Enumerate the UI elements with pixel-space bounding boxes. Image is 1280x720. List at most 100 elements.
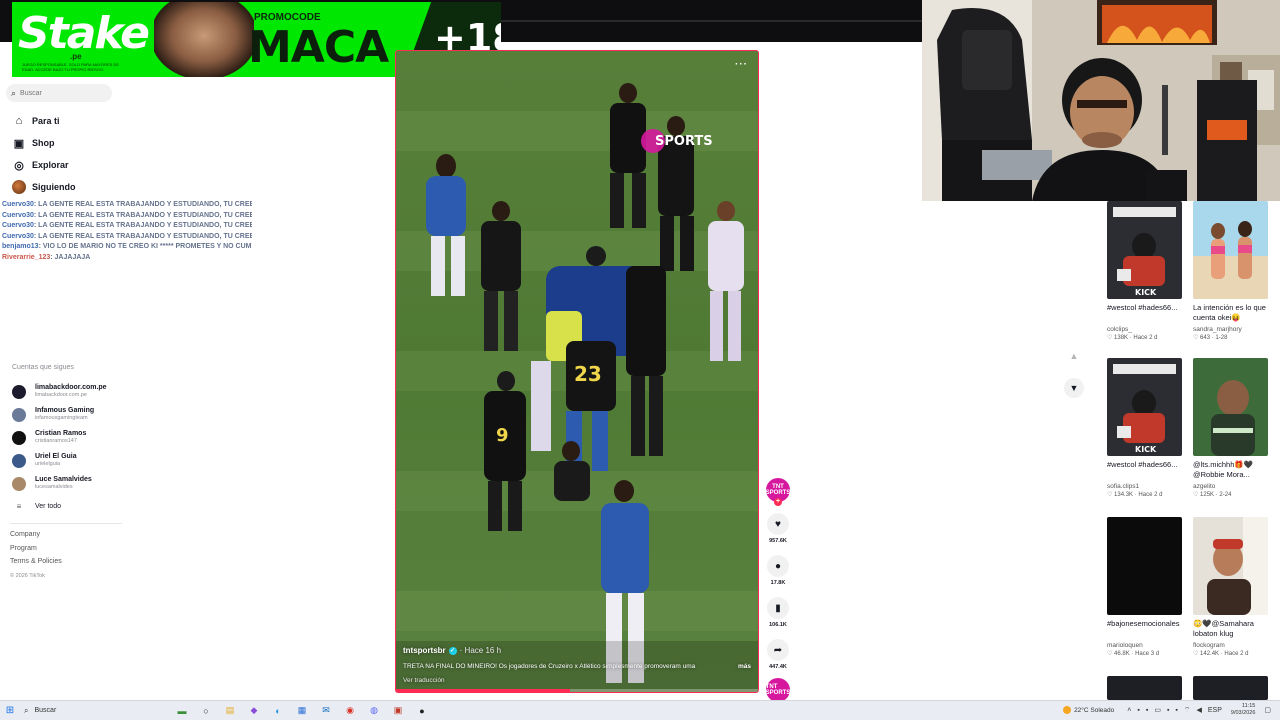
video-author[interactable]: flockogram	[1193, 641, 1268, 650]
video-likes: 134.3K	[1114, 492, 1134, 498]
sidebar-item-shop[interactable]: ▣ Shop	[12, 132, 76, 154]
video-thumbnail[interactable]	[1193, 517, 1268, 615]
sidebar-item-para-ti[interactable]: ⌂ Para ti	[12, 110, 76, 132]
language-indicator[interactable]: ESP	[1208, 707, 1222, 714]
volume-icon[interactable]: ◀	[1197, 706, 1202, 714]
following-account-name: Luce Samalvides	[35, 476, 92, 483]
video-title[interactable]: #westcol #hades66...	[1107, 460, 1182, 482]
notification-icon[interactable]: ▢	[1264, 706, 1271, 714]
network-icon[interactable]: ⌔	[1184, 706, 1191, 715]
heart-icon: ♡	[1107, 651, 1115, 657]
chat-username: Cuervo30	[2, 222, 34, 229]
chat-username: Cuervo30	[2, 211, 34, 219]
avatar	[12, 453, 26, 468]
video-author[interactable]: sandra_marjhory	[1193, 325, 1268, 334]
share-icon[interactable]: ➦	[767, 639, 789, 661]
video-age: Hace 2 d	[1138, 492, 1163, 498]
sidebar-item-siguiendo[interactable]: Siguiendo	[12, 176, 76, 198]
comment-icon[interactable]: ●	[767, 555, 789, 577]
video-thumbnail[interactable]	[1193, 201, 1268, 299]
recorder-icon[interactable]: ▣	[386, 703, 410, 719]
edge-icon[interactable]: ◐	[266, 703, 290, 719]
chat-message: Cuervo30: LA GENTE REAL ESTA TRABAJANDO …	[2, 221, 252, 232]
search-box[interactable]: ⌕	[6, 84, 112, 102]
creator-avatar[interactable]: TNT SPORTS +	[766, 478, 790, 506]
heart-icon[interactable]: ♥	[767, 513, 789, 535]
landscape-widget-icon[interactable]: ▬	[170, 703, 194, 719]
tray-app-icon[interactable]: ▪	[1137, 707, 1139, 714]
following-account[interactable]: limabackdoor.com.pe limabackdoor.com.pe	[12, 380, 107, 403]
tray-app-icon[interactable]: ▪	[1175, 707, 1177, 714]
recommended-video-card[interactable]: KICK #westcol #hades66... colclips_ ♡ 138K …	[1107, 201, 1182, 343]
chevron-up-icon[interactable]: ˄	[1127, 707, 1131, 714]
video-title[interactable]: #westcol #hades66...	[1107, 303, 1182, 325]
bookmark-icon[interactable]: ▮	[767, 597, 789, 619]
footer-link-program[interactable]: Program	[10, 545, 62, 559]
svg-text:KICK: KICK	[1135, 445, 1157, 454]
more-options-icon[interactable]: ···	[735, 59, 748, 70]
following-account[interactable]: Infamous Gaming infamousgamingteam	[12, 403, 107, 426]
sidebar-item-explorar[interactable]: ◎ Explorar	[12, 154, 76, 176]
chrome-icon[interactable]: ◉	[338, 703, 362, 719]
following-account-handle: cristianramos147	[35, 438, 77, 444]
video-thumbnail[interactable]: KICK	[1107, 358, 1182, 456]
video-author[interactable]: sofia.clips1	[1107, 482, 1182, 491]
tray-app-icon[interactable]: ▪	[1167, 707, 1169, 714]
search-input[interactable]	[20, 89, 101, 97]
task-view-icon[interactable]: ○	[194, 703, 218, 719]
video-thumbnail[interactable]	[1193, 676, 1268, 700]
follow-plus-icon[interactable]: +	[774, 498, 782, 506]
recommended-video-card[interactable]: La intención es lo que cuenta okei😝 sandr…	[1193, 201, 1268, 343]
chat-text: : LA GENTE REAL ESTA TRABAJANDO Y ESTUDI…	[33, 232, 252, 240]
translate-link[interactable]: Ver traducción	[403, 677, 751, 684]
store-icon[interactable]: ▦	[290, 703, 314, 719]
video-author[interactable]: azgelito	[1193, 482, 1268, 491]
battery-icon[interactable]: ▭	[1154, 706, 1161, 714]
discord-icon[interactable]: ◍	[362, 703, 386, 719]
video-author[interactable]: tntsportsbr	[403, 646, 446, 655]
see-all-button[interactable]: ≡ Ver todo	[12, 495, 107, 517]
recommended-video-card[interactable]: #bajonesemocionales marioloquen ♡ 46.8K · …	[1107, 517, 1182, 659]
video-progress-bar[interactable]	[396, 689, 758, 692]
following-account[interactable]: Cristian Ramos cristianramos147	[12, 426, 107, 449]
recommended-video-card[interactable]	[1107, 676, 1182, 700]
video-thumbnail[interactable]	[1107, 676, 1182, 700]
recommended-video-card[interactable]: 😳🖤@Samahara lobaton klug flockogram ♡ 142.…	[1193, 517, 1268, 659]
taskbar-clock[interactable]: 11:15 9/03/2026	[1231, 703, 1255, 717]
video-thumbnail[interactable]	[1193, 358, 1268, 456]
taskbar-search[interactable]: ⌕ Buscar	[24, 703, 164, 719]
video-title[interactable]: @lts.michhh🎁🖤 @Robbie Mora...	[1193, 460, 1268, 482]
previous-video-button[interactable]: ▲	[1064, 346, 1084, 366]
video-thumbnail[interactable]	[1107, 517, 1182, 615]
recommended-video-card[interactable]: KICK #westcol #hades66... sofia.clips1 ♡ 13…	[1107, 358, 1182, 500]
tray-app-icon[interactable]: ▪	[1146, 707, 1148, 714]
weather-widget[interactable]: 22°C Soleado	[1063, 706, 1114, 714]
video-thumbnail[interactable]: KICK	[1107, 201, 1182, 299]
windows-start-icon[interactable]: ⊞	[0, 705, 20, 716]
video-player[interactable]: 23 9 ··· SPORTS tntsportsbr ✓ · Hace 16 …	[395, 50, 759, 693]
see-more-link[interactable]: más	[738, 663, 751, 670]
file-explorer-icon[interactable]: ▤	[218, 703, 242, 719]
video-title[interactable]: La intención es lo que cuenta okei😝	[1193, 303, 1268, 325]
following-account[interactable]: Uriel El Guia urielelguia	[12, 449, 107, 472]
footer-link-company[interactable]: Company	[10, 531, 62, 545]
video-likes: 643	[1200, 335, 1211, 341]
recommended-video-card[interactable]	[1193, 676, 1268, 700]
following-account[interactable]: Luce Samalvides lucesamalvides	[12, 472, 107, 495]
music-disc[interactable]: TNT SPORTS	[766, 678, 790, 702]
mail-icon[interactable]: ✉	[314, 703, 338, 719]
video-author[interactable]: colclips_	[1107, 325, 1182, 334]
video-author[interactable]: marioloquen	[1107, 641, 1182, 650]
webcam-overlay	[922, 0, 1280, 201]
copilot-icon[interactable]: ◆	[242, 703, 266, 719]
video-likes: 142.4K	[1200, 651, 1220, 657]
video-title[interactable]: 😳🖤@Samahara lobaton klug	[1193, 619, 1268, 641]
footer-link-terms[interactable]: Terms & Policies	[10, 558, 62, 572]
video-title[interactable]: #bajonesemocionales	[1107, 619, 1182, 641]
recommended-video-card[interactable]: @lts.michhh🎁🖤 @Robbie Mora... azgelito ♡ 1…	[1193, 358, 1268, 500]
video-age: Hace 3 d	[1135, 651, 1160, 657]
next-video-button[interactable]: ▼	[1064, 378, 1084, 398]
obs-icon[interactable]: ●	[410, 703, 434, 719]
video-stats: ♡ 125K · 2-24	[1193, 491, 1268, 500]
following-account-name: Cristian Ramos	[35, 430, 87, 437]
